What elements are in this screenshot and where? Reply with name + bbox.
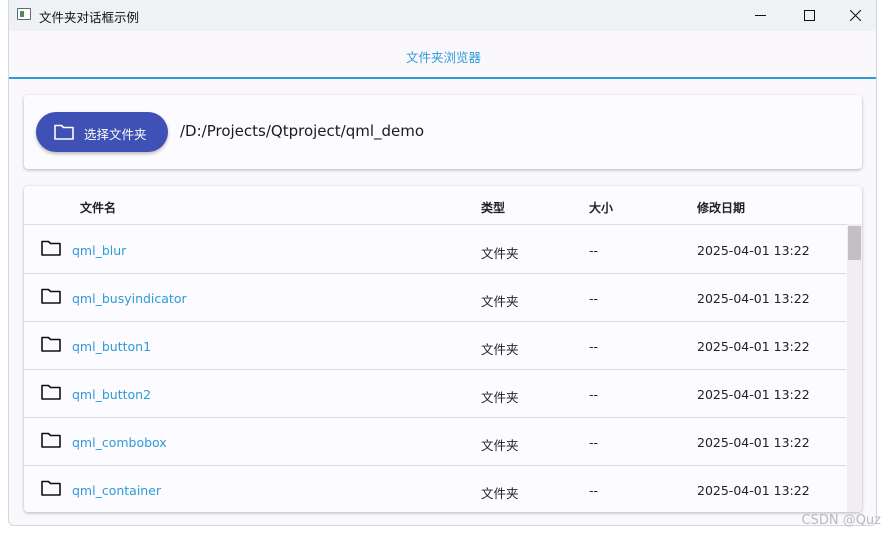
minimize-icon	[754, 15, 766, 16]
app-window: 文件夹对话框示例 文件夹浏览器 选择文件夹 /D:/Projects/Qtpro…	[8, 0, 877, 526]
choose-folder-button[interactable]: 选择文件夹	[36, 112, 168, 152]
file-modified: 2025-04-01 13:22	[697, 291, 810, 306]
column-header-name[interactable]: 文件名	[80, 199, 116, 216]
column-header-modified[interactable]: 修改日期	[697, 199, 745, 216]
file-table: 文件名 类型 大小 修改日期 qml_blur 文件夹 -- 2025-04-0…	[24, 186, 862, 512]
column-header-type[interactable]: 类型	[481, 199, 505, 216]
file-size: --	[589, 291, 599, 306]
folder-icon	[41, 336, 61, 352]
file-modified: 2025-04-01 13:22	[697, 243, 810, 258]
scrollbar-thumb[interactable]	[848, 226, 861, 260]
table-row[interactable]: qml_blur 文件夹 -- 2025-04-01 13:22	[24, 225, 846, 274]
file-type: 文件夹	[481, 294, 519, 309]
window-title: 文件夹对话框示例	[39, 10, 140, 25]
minimize-button[interactable]	[737, 0, 783, 31]
table-header: 文件名 类型 大小 修改日期	[24, 186, 862, 225]
table-row[interactable]: qml_busyindicator 文件夹 -- 2025-04-01 13:2…	[24, 273, 846, 322]
file-name[interactable]: qml_button2	[72, 387, 151, 402]
file-name[interactable]: qml_busyindicator	[72, 291, 187, 306]
file-size: --	[589, 483, 599, 498]
file-type: 文件夹	[481, 486, 519, 501]
file-modified: 2025-04-01 13:22	[697, 339, 810, 354]
app-icon	[17, 8, 31, 20]
current-path: /D:/Projects/Qtproject/qml_demo	[180, 122, 425, 140]
table-row[interactable]: qml_button1 文件夹 -- 2025-04-01 13:22	[24, 321, 846, 370]
file-name[interactable]: qml_button1	[72, 339, 151, 354]
file-modified: 2025-04-01 13:22	[697, 435, 810, 450]
folder-icon	[54, 124, 74, 140]
folder-icon	[41, 480, 61, 496]
file-size: --	[589, 243, 599, 258]
column-header-size[interactable]: 大小	[589, 199, 613, 216]
folder-picker-card: 选择文件夹 /D:/Projects/Qtproject/qml_demo	[24, 95, 862, 169]
file-type: 文件夹	[481, 342, 519, 357]
file-name[interactable]: qml_combobox	[72, 435, 167, 450]
folder-icon	[41, 384, 61, 400]
maximize-icon	[803, 10, 815, 21]
close-icon	[849, 10, 861, 21]
file-type: 文件夹	[481, 390, 519, 405]
table-row[interactable]: qml_button2 文件夹 -- 2025-04-01 13:22	[24, 369, 846, 418]
title-bar: 文件夹对话框示例	[9, 0, 876, 31]
file-size: --	[589, 435, 599, 450]
maximize-button[interactable]	[786, 0, 832, 31]
file-modified: 2025-04-01 13:22	[697, 387, 810, 402]
folder-icon	[41, 240, 61, 256]
watermark: CSDN @Quz	[801, 513, 882, 528]
file-type: 文件夹	[481, 438, 519, 453]
file-size: --	[589, 339, 599, 354]
file-size: --	[589, 387, 599, 402]
table-row[interactable]: qml_container 文件夹 -- 2025-04-01 13:22	[24, 465, 846, 512]
choose-folder-label: 选择文件夹	[84, 127, 147, 142]
file-type: 文件夹	[481, 246, 519, 261]
tab-folder-browser[interactable]: 文件夹浏览器	[9, 47, 876, 66]
tab-bar: 文件夹浏览器	[9, 31, 876, 79]
close-button[interactable]	[832, 0, 876, 31]
folder-icon	[41, 288, 61, 304]
vertical-scrollbar[interactable]	[847, 224, 862, 512]
table-row[interactable]: qml_combobox 文件夹 -- 2025-04-01 13:22	[24, 417, 846, 466]
folder-icon	[41, 432, 61, 448]
file-name[interactable]: qml_container	[72, 483, 161, 498]
file-name[interactable]: qml_blur	[72, 243, 126, 258]
file-modified: 2025-04-01 13:22	[697, 483, 810, 498]
